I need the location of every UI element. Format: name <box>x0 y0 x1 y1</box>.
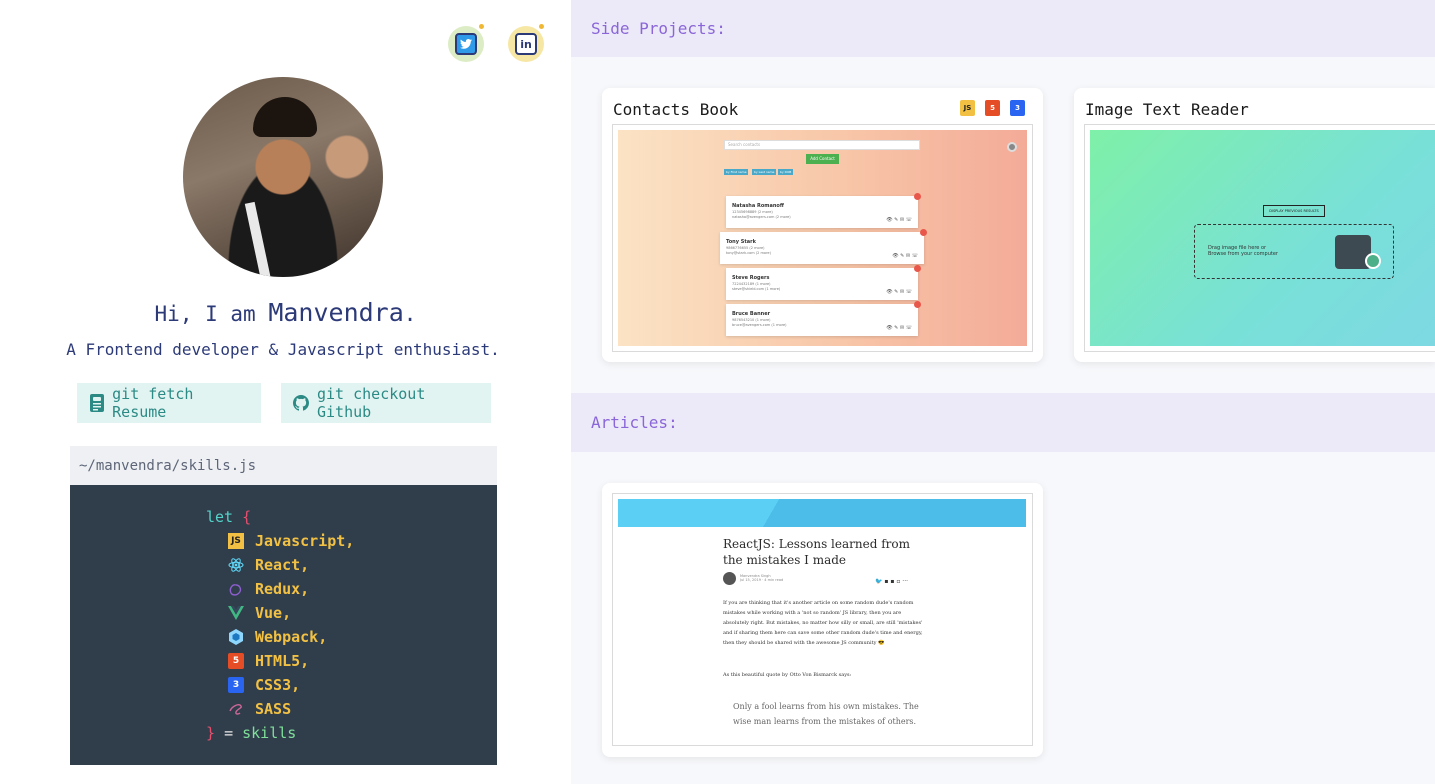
code-var-name: skills <box>242 724 297 742</box>
article-title: ReactJS: Lessons learned from the mistak… <box>723 537 910 567</box>
github-label: git checkout Github <box>317 385 426 421</box>
greeting-suffix: . <box>403 302 417 326</box>
article-date: Jul 15, 2019 · 4 min read <box>740 578 784 582</box>
code-close-brace: } <box>206 724 216 742</box>
preview-contact: Natasha Romanoff 12345698889 (2 more) nat… <box>726 193 921 228</box>
code-let-line: let { <box>206 506 251 528</box>
twitter-icon <box>455 33 477 55</box>
html5-icon: 5 <box>985 100 1000 116</box>
project-card-contacts-book[interactable]: Contacts Book JS 5 3 Search contacts Add… <box>602 88 1043 362</box>
article-preview: ReactJS: Lessons learned from the mistak… <box>612 493 1033 746</box>
resume-label: git fetch Resume <box>112 385 194 421</box>
resume-icon <box>89 393 104 413</box>
css3-icon: 3 <box>228 677 244 693</box>
vue-icon <box>228 605 244 621</box>
preview-dropzone: Drag image file here or Browse from your … <box>1194 224 1394 279</box>
profile-name: Manvendra <box>268 298 404 327</box>
articles-heading: Articles: <box>571 393 1435 452</box>
sass-icon <box>228 701 244 717</box>
share-icons: 🐦 ▪ ▪ ▫ ··· <box>875 578 909 585</box>
twitter-link[interactable] <box>446 24 486 64</box>
skill-item: CSS3, <box>255 676 301 694</box>
avatar <box>183 77 383 277</box>
project-title: Contacts Book <box>613 100 739 119</box>
skill-item: Javascript, <box>255 532 355 550</box>
project-title: Image Text Reader <box>1085 100 1249 119</box>
html5-icon: 5 <box>228 653 244 669</box>
skill-item: SASS <box>255 700 292 718</box>
article-banner <box>618 499 1026 527</box>
resume-button[interactable]: git fetch Resume <box>77 383 261 423</box>
github-icon <box>293 393 309 413</box>
preview-contact: Tony Stark 9866776655 (2 more) tony@stark… <box>720 229 927 264</box>
code-let-keyword: let <box>206 508 234 526</box>
project-card-image-text-reader[interactable]: Image Text Reader DISPLAY PREVIOUS RESUL… <box>1074 88 1435 362</box>
code-close-line: } = skills <box>206 722 296 744</box>
content-panel: Side Projects: Contacts Book JS 5 3 Sear… <box>571 0 1435 784</box>
preview-filter: by DOB <box>778 169 794 175</box>
code-filename: ~/manvendra/skills.js <box>70 446 497 485</box>
linkedin-link[interactable]: in <box>506 24 546 64</box>
js-icon: JS <box>960 100 975 116</box>
preview-contact: Steve Rogers 7224432189 (1 more) steve@sh… <box>726 265 921 300</box>
code-equals: = <box>224 724 234 742</box>
skill-item: React, <box>255 556 310 574</box>
linkedin-icon: in <box>515 33 537 55</box>
greeting: Hi, I am Manvendra. <box>0 298 571 327</box>
project-preview: Search contacts Add Contact by First nam… <box>612 124 1033 352</box>
article-quote: Only a fool learns from his own mistakes… <box>733 702 919 726</box>
js-icon: JS <box>228 533 244 549</box>
skill-item: HTML5, <box>255 652 310 670</box>
article-paragraph: If you are thinking that it's another ar… <box>723 600 923 646</box>
preview-filter: by First name <box>724 169 749 175</box>
tagline: A Frontend developer & Javascript enthus… <box>66 340 500 359</box>
skill-item: Redux, <box>255 580 310 598</box>
preview-results-button: DISPLAY PREVIOUS RESULTS <box>1263 205 1325 217</box>
css3-icon: 3 <box>1010 100 1025 116</box>
skill-item: Webpack, <box>255 628 328 646</box>
preview-filter: by Last name <box>752 169 777 175</box>
github-button[interactable]: git checkout Github <box>281 383 491 423</box>
article-card[interactable]: ReactJS: Lessons learned from the mistak… <box>602 483 1043 757</box>
react-icon <box>228 557 244 573</box>
upload-icon <box>1365 253 1381 269</box>
skills-code-block: let { JS Javascript, React, Redux, Vue, … <box>70 485 497 765</box>
side-projects-heading: Side Projects: <box>571 0 1435 57</box>
author-avatar <box>723 572 736 585</box>
skill-item: Vue, <box>255 604 292 622</box>
webpack-icon <box>228 629 244 645</box>
code-open-brace: { <box>242 508 252 526</box>
preview-contact: Bruce Banner 9876543210 (1 more) bruce@av… <box>726 301 921 336</box>
redux-icon <box>228 581 244 597</box>
profile-panel: in Hi, I am Manvendra. A Frontend develo… <box>0 0 571 784</box>
article-paragraph: As this beautiful quote by Otto Von Bism… <box>723 672 852 678</box>
gear-icon <box>1007 142 1017 152</box>
greeting-prefix: Hi, I am <box>154 302 269 326</box>
project-preview: DISPLAY PREVIOUS RESULTS Drag image file… <box>1084 124 1435 352</box>
preview-add-button: Add Contact <box>806 154 839 164</box>
preview-search: Search contacts <box>724 140 920 150</box>
